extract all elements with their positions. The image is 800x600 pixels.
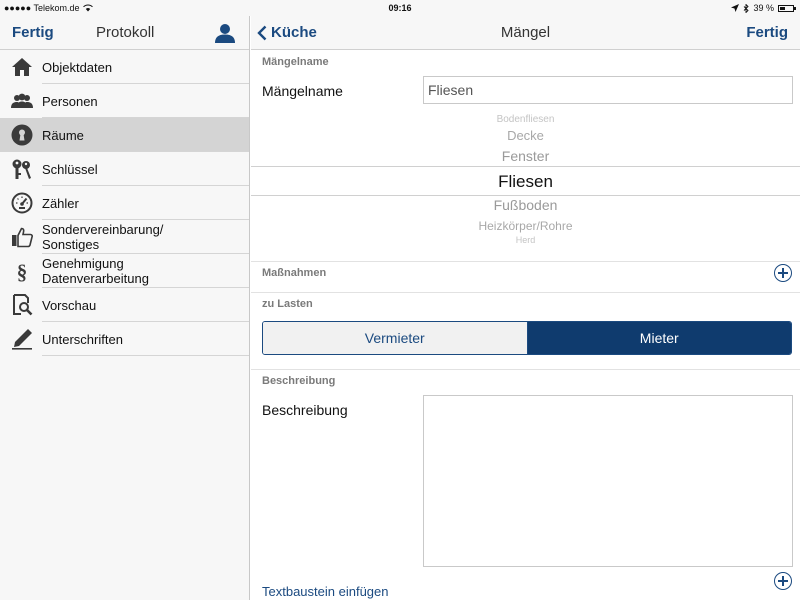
- sidebar-item-label: Vorschau: [42, 297, 97, 313]
- beschreibung-textarea[interactable]: [423, 395, 793, 567]
- sidebar: Fertig Protokoll Objektdaten Personen Rä…: [0, 16, 250, 600]
- section-maengelname: Mängelname: [262, 56, 329, 68]
- picker-option[interactable]: Fenster: [251, 148, 800, 164]
- beschreibung-label: Beschreibung: [262, 402, 348, 418]
- people-icon: [11, 90, 33, 112]
- section-massnahmen: Maßnahmen: [262, 267, 327, 279]
- sidebar-item-label: Objektdaten: [42, 59, 113, 75]
- battery-percent: 39 %: [753, 3, 774, 13]
- sidebar-item-label: Räume: [42, 127, 84, 143]
- paragraph-icon: §: [11, 260, 33, 282]
- picker-option[interactable]: Decke: [251, 128, 800, 143]
- picker-option[interactable]: Bodenfliesen: [251, 114, 800, 125]
- picker-option[interactable]: Heizkörper/Rohre: [251, 219, 800, 233]
- divider: [251, 369, 800, 370]
- sidebar-item-label: Schlüssel: [42, 161, 98, 177]
- maengelname-label: Mängelname: [262, 83, 343, 99]
- sidebar-item-genehmigung[interactable]: § Genehmigung Datenverarbeitung: [0, 254, 249, 288]
- sidebar-item-raeume[interactable]: Räume: [0, 118, 249, 152]
- status-bar: ●●●●● Telekom.de 09:16 39 %: [0, 0, 800, 16]
- sidebar-item-label: Personen: [42, 93, 98, 109]
- status-right: 39 %: [731, 3, 796, 13]
- sidebar-item-label: Zähler: [42, 195, 79, 211]
- sidebar-title: Protokoll: [96, 24, 155, 41]
- keys-icon: [11, 158, 33, 180]
- done-button[interactable]: Fertig: [746, 24, 788, 41]
- sidebar-item-schluessel[interactable]: Schlüssel: [0, 152, 249, 186]
- sidebar-item-unterschriften[interactable]: Unterschriften: [0, 322, 249, 356]
- picker-option-selected[interactable]: Fliesen: [251, 172, 800, 192]
- gauge-icon: [11, 192, 33, 214]
- divider: [251, 261, 800, 262]
- battery-fill: [780, 6, 785, 10]
- bluetooth-icon: [744, 3, 750, 13]
- divider: [251, 292, 800, 293]
- picker-option[interactable]: Herd: [251, 235, 800, 245]
- section-zu-lasten: zu Lasten: [262, 298, 313, 310]
- picker-option[interactable]: Fußboden: [251, 197, 800, 213]
- thumbs-up-icon: [11, 226, 33, 248]
- keyhole-icon: [11, 124, 33, 146]
- page-title: Mängel: [500, 24, 551, 41]
- svg-text:§: §: [17, 260, 28, 282]
- segment-vermieter[interactable]: Vermieter: [263, 322, 528, 354]
- sidebar-item-label: Unterschriften: [42, 331, 123, 347]
- status-time: 09:16: [388, 3, 412, 13]
- sidebar-item-zaehler[interactable]: Zähler: [0, 186, 249, 220]
- sidebar-item-objektdaten[interactable]: Objektdaten: [0, 50, 249, 84]
- house-icon: [11, 56, 33, 78]
- location-icon: [731, 4, 740, 12]
- sidebar-item-label: Genehmigung Datenverarbeitung: [42, 256, 149, 286]
- sidebar-item-sondervereinbarung[interactable]: Sondervereinbarung/ Sonstiges: [0, 220, 249, 254]
- user-icon[interactable]: [214, 22, 236, 44]
- textbaustein-link[interactable]: Textbaustein einfügen: [262, 584, 388, 599]
- sidebar-done-button[interactable]: Fertig: [12, 24, 54, 41]
- sidebar-menu: Objektdaten Personen Räume Schlüssel Zäh…: [0, 50, 249, 356]
- segment-mieter[interactable]: Mieter: [527, 322, 791, 354]
- detail-nav-bar: Küche Mängel Fertig: [251, 16, 800, 50]
- maengelname-input[interactable]: [423, 76, 793, 104]
- pen-icon: [11, 328, 33, 350]
- sidebar-item-vorschau[interactable]: Vorschau: [0, 288, 249, 322]
- add-massnahme-button[interactable]: [774, 264, 792, 282]
- add-textbaustein-button[interactable]: [774, 572, 792, 590]
- sidebar-item-label: Sondervereinbarung/ Sonstiges: [42, 222, 164, 252]
- detail-pane: Küche Mängel Fertig Mängelname Mängelnam…: [251, 16, 800, 600]
- preview-icon: [11, 294, 33, 316]
- maengel-picker[interactable]: Bodenfliesen Decke Fenster Fliesen Fußbo…: [251, 111, 800, 251]
- section-beschreibung: Beschreibung: [262, 375, 336, 387]
- sidebar-item-personen[interactable]: Personen: [0, 84, 249, 118]
- sidebar-nav-bar: Fertig Protokoll: [0, 16, 249, 50]
- battery-icon: [778, 4, 796, 12]
- zu-lasten-segmented-control: Vermieter Mieter: [262, 321, 792, 355]
